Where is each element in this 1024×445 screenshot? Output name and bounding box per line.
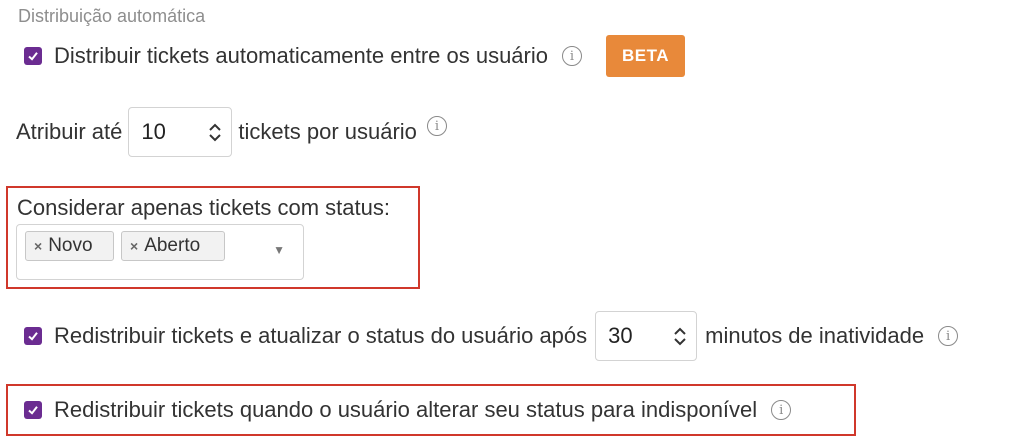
stepper-value: 10 <box>141 119 166 144</box>
stepper-arrows-icon[interactable] <box>674 327 686 346</box>
auto-distribute-row: Distribuir tickets automaticamente entre… <box>24 35 686 77</box>
inactivity-checkbox[interactable] <box>24 327 42 345</box>
beta-badge: BETA <box>606 35 686 77</box>
inactivity-minutes-stepper[interactable]: 30 <box>595 311 698 361</box>
checkmark-icon <box>28 52 38 61</box>
checkmark-icon <box>28 406 38 415</box>
status-filter-label: Considerar apenas tickets com status: <box>17 195 390 220</box>
chevron-down-icon[interactable]: ▼ <box>273 243 285 257</box>
info-icon[interactable]: i <box>426 116 447 136</box>
inactivity-label: Redistribuir tickets e atualizar o statu… <box>54 323 588 348</box>
status-tag-novo: × Novo <box>25 231 114 261</box>
tag-label: Aberto <box>144 235 201 256</box>
info-icon[interactable]: i <box>562 46 582 66</box>
remove-tag-icon[interactable]: × <box>34 238 42 254</box>
info-icon[interactable]: i <box>771 400 792 420</box>
unavailable-row: Redistribuir tickets quando o usuário al… <box>24 390 792 430</box>
assign-row: Atribuir até 10 tickets por usuário i <box>16 106 447 158</box>
stepper-arrows-icon[interactable] <box>209 123 222 142</box>
remove-tag-icon[interactable]: × <box>130 238 138 254</box>
stepper-value: 30 <box>608 323 633 348</box>
inactivity-row: Redistribuir tickets e atualizar o statu… <box>24 310 959 362</box>
auto-distribute-checkbox[interactable] <box>24 47 42 65</box>
inactivity-suffix: minutos de inatividade <box>705 323 925 348</box>
assign-suffix: tickets por usuário <box>238 119 417 144</box>
info-icon[interactable]: i <box>938 326 959 346</box>
section-title: Distribuição automática <box>18 6 206 26</box>
auto-distribute-label: Distribuir tickets automaticamente entre… <box>54 43 548 68</box>
status-tag-aberto: × Aberto <box>121 231 225 261</box>
tickets-per-user-stepper[interactable]: 10 <box>128 107 233 157</box>
checkmark-icon <box>28 332 38 341</box>
unavailable-label: Redistribuir tickets quando o usuário al… <box>54 397 758 422</box>
status-multiselect[interactable]: × Novo × Aberto ▼ <box>16 224 304 280</box>
tag-label: Novo <box>48 235 93 256</box>
unavailable-checkbox[interactable] <box>24 401 42 419</box>
assign-prefix: Atribuir até <box>16 119 123 144</box>
